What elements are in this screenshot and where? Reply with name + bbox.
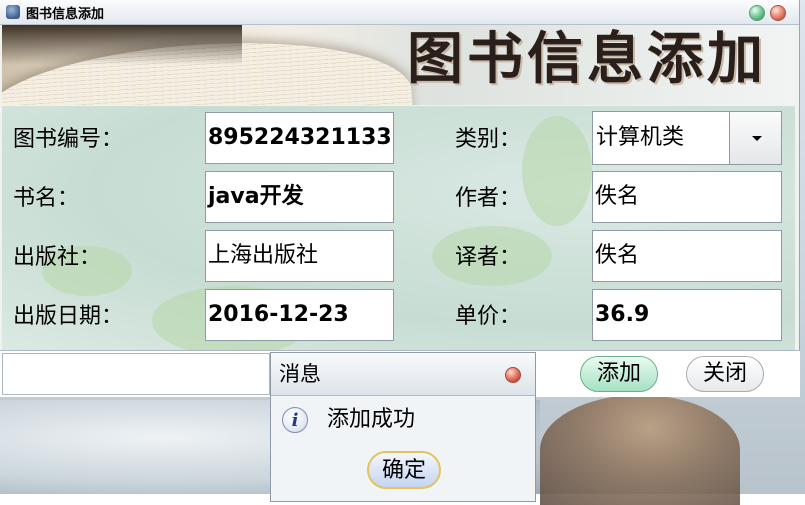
book-id-label: 图书编号：: [13, 127, 124, 152]
translator-input[interactable]: 佚名: [592, 230, 782, 282]
price-input[interactable]: 36.9: [592, 289, 782, 341]
price-label: 单价：: [455, 304, 522, 329]
book-name-input[interactable]: java开发: [205, 171, 394, 223]
dialog-title: 消息: [279, 362, 321, 386]
decor-leaf: [522, 116, 592, 226]
book-add-window: 图书信息添加 图书信息添加 图书编号： 8952243211333 类别： 计算…: [0, 0, 800, 397]
category-value: 计算机类: [596, 125, 685, 150]
banner-title: 图书信息添加: [407, 27, 767, 92]
translator-label: 译者：: [455, 245, 522, 270]
category-label: 类别：: [455, 127, 522, 152]
window-close-button[interactable]: [770, 5, 786, 21]
chevron-down-icon[interactable]: [729, 112, 781, 164]
publisher-label: 出版社：: [13, 245, 102, 270]
ok-button[interactable]: 确定: [367, 451, 441, 489]
message-dialog: 消息 i 添加成功 确定: [270, 352, 536, 502]
banner-shadow: [2, 25, 242, 65]
app-icon: [6, 5, 20, 19]
dialog-title-bar[interactable]: 消息: [271, 353, 535, 396]
book-id-input[interactable]: 8952243211333: [205, 112, 394, 164]
close-button[interactable]: 关闭: [686, 356, 764, 392]
minimize-button[interactable]: [749, 5, 765, 21]
title-bar[interactable]: 图书信息添加: [0, 0, 799, 25]
publish-date-label: 出版日期：: [13, 304, 124, 329]
book-name-label: 书名：: [13, 186, 80, 211]
info-icon: i: [282, 407, 308, 433]
category-select[interactable]: 计算机类: [592, 111, 782, 165]
publish-date-input[interactable]: 2016-12-23: [205, 289, 394, 341]
publisher-input[interactable]: 上海出版社: [205, 230, 394, 282]
add-button[interactable]: 添加: [580, 356, 658, 392]
status-field: [2, 353, 270, 395]
dialog-close-icon[interactable]: [505, 367, 521, 383]
dialog-message: 添加成功: [327, 407, 416, 432]
desktop-wallpaper-figure: [540, 395, 740, 505]
header-banner: 图书信息添加: [2, 25, 795, 105]
author-input[interactable]: 佚名: [592, 171, 782, 223]
window-title: 图书信息添加: [26, 6, 105, 22]
book-name-value: java开发: [208, 184, 304, 209]
author-label: 作者：: [455, 186, 522, 211]
